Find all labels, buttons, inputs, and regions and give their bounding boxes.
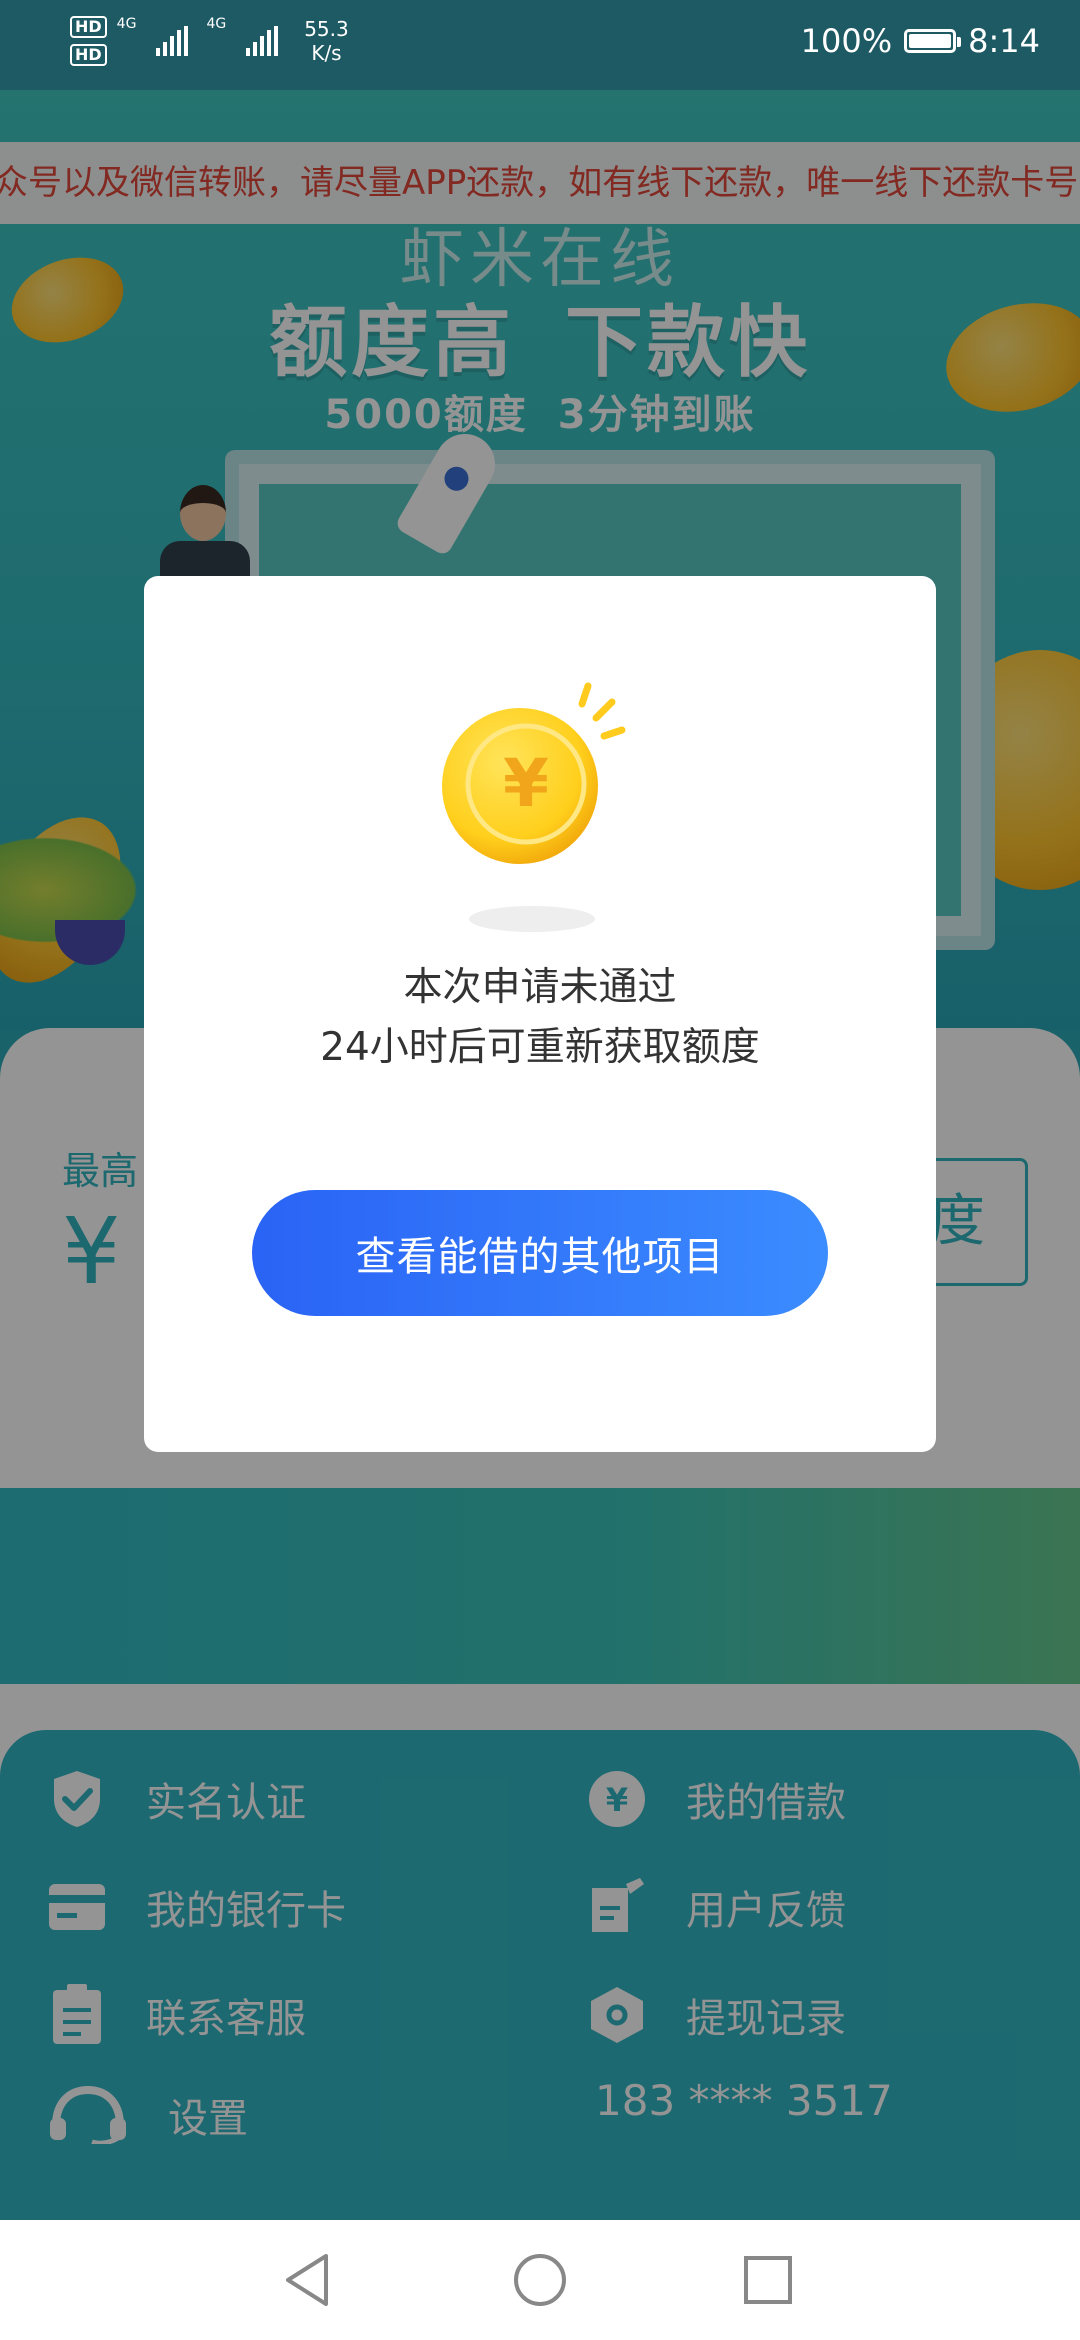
rejection-dialog: ¥ 本次申请未通过 24小时后可重新获取额度 查看能借的其他项目: [144, 576, 936, 1452]
dialog-message-line1: 本次申请未通过: [403, 965, 677, 1010]
network-speed-value: 55.3: [304, 17, 349, 41]
yen-coin-icon: ¥: [442, 682, 626, 864]
status-bar: HD HD 4G 4G 55.3 K/s 100% 8:14: [0, 0, 1080, 90]
signal-strength-2-icon: [246, 26, 279, 56]
clock: 8:14: [968, 22, 1040, 60]
battery-percent: 100%: [800, 22, 893, 60]
status-left: HD HD 4G 4G 55.3 K/s: [70, 16, 349, 66]
app-screen: HD HD 4G 4G 55.3 K/s 100% 8:14 众号以及微信转账，…: [0, 0, 1080, 2340]
home-icon[interactable]: [504, 2244, 576, 2316]
status-right: 100% 8:14: [801, 22, 1040, 60]
hd2-badge: HD: [70, 44, 107, 66]
svg-text:¥: ¥: [503, 745, 549, 822]
hd1-badge: HD: [70, 16, 107, 38]
coin-shadow: [469, 906, 595, 932]
dialog-message: 本次申请未通过 24小时后可重新获取额度: [144, 958, 936, 1078]
recents-icon[interactable]: [732, 2244, 804, 2316]
back-icon[interactable]: [272, 2244, 344, 2316]
dialog-message-line2: 24小时后可重新获取额度: [320, 1025, 760, 1070]
system-nav-bar: [0, 2220, 1080, 2340]
battery-icon: [904, 29, 962, 53]
network-speed-unit: K/s: [311, 41, 342, 65]
view-other-loans-button[interactable]: 查看能借的其他项目: [252, 1190, 828, 1316]
hd-indicators: HD HD: [70, 16, 107, 66]
network-type-2: 4G: [206, 16, 227, 32]
network-type-1: 4G: [116, 16, 137, 32]
network-speed: 55.3 K/s: [304, 17, 349, 65]
signal-strength-1-icon: [156, 26, 189, 56]
